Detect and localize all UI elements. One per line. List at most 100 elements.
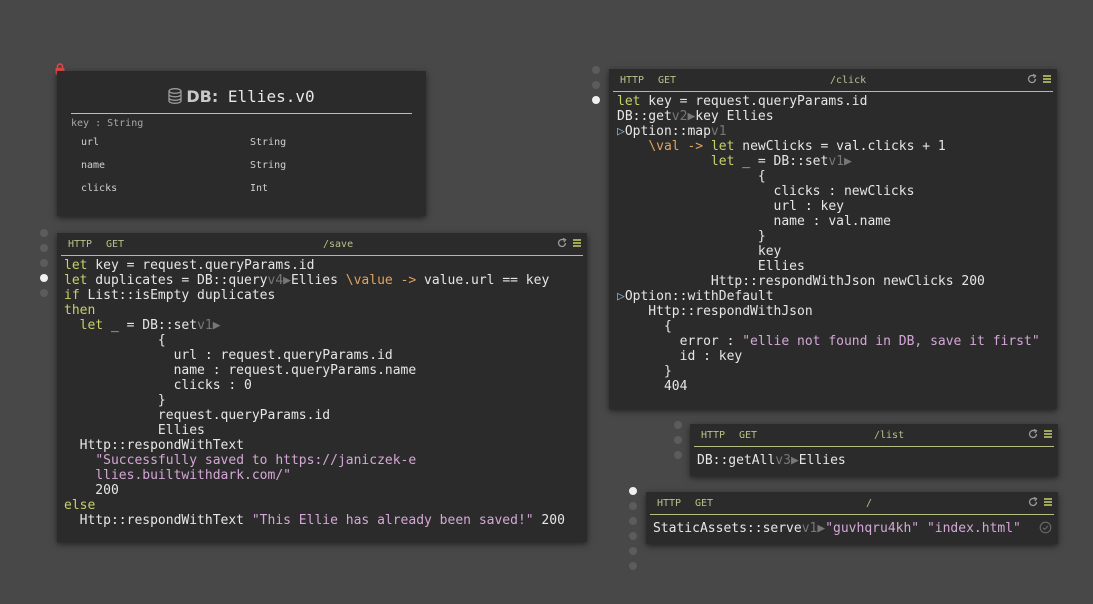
code-token[interactable]: Http::respondWithJson [617, 304, 812, 319]
version-token[interactable]: v1 [828, 154, 844, 169]
string-token[interactable]: "guvhqru4kh" [825, 521, 919, 536]
code-root[interactable]: StaticAssets::servev1▶"guvhqru4kh" "inde… [653, 521, 1021, 536]
handler-verb[interactable]: GET [106, 239, 124, 250]
trace-dot[interactable] [40, 289, 48, 297]
db-field-name[interactable]: name [81, 160, 105, 171]
code-line[interactable]: request.queryParams.id [64, 408, 565, 423]
code-token[interactable]: List::isEmpty duplicates [80, 288, 275, 303]
keyword-token[interactable]: let [617, 94, 640, 109]
keyword-token[interactable]: let [711, 139, 734, 154]
code-line[interactable]: ▷Option::mapv1 [617, 124, 1040, 139]
code-line[interactable]: error : "ellie not found in DB, save it … [617, 334, 1040, 349]
menu-icon[interactable] [1042, 496, 1054, 508]
handler-list[interactable]: HTTP GET /list DB::getAllv3▶Ellies [690, 424, 1058, 476]
code-token[interactable]: id : key [617, 349, 743, 364]
code-token[interactable]: Ellies [291, 273, 346, 288]
keyword-token[interactable]: let [64, 273, 87, 288]
code-line[interactable]: let key = request.queryParams.id [64, 258, 565, 273]
code-token[interactable]: { [617, 169, 766, 184]
code-token[interactable]: 200 [64, 483, 119, 498]
code-token[interactable]: Option::withDefault [625, 289, 774, 304]
version-token[interactable]: v1 [711, 124, 727, 139]
trace-dot-selected[interactable] [629, 487, 637, 495]
refresh-icon[interactable] [1026, 73, 1038, 85]
code-token[interactable]: Http::respondWithJson newClicks 200 [617, 274, 985, 289]
expand-arrow[interactable]: ▶ [791, 453, 799, 468]
code-line[interactable]: ▷Option::withDefault [617, 289, 1040, 304]
trace-dot[interactable] [629, 532, 637, 540]
handler-save[interactable]: HTTP GET /save let key = request.queryPa… [57, 233, 587, 542]
refresh-icon[interactable] [1027, 496, 1039, 508]
code-line[interactable]: url : key [617, 199, 1040, 214]
code-line[interactable]: let _ = DB::setv1▶ [617, 154, 1040, 169]
code-token[interactable] [64, 318, 80, 333]
code-line[interactable]: Http::respondWithText [64, 438, 565, 453]
code-line[interactable]: { [617, 169, 1040, 184]
code-line[interactable]: then [64, 303, 565, 318]
code-line[interactable]: clicks : newClicks [617, 184, 1040, 199]
trace-dot[interactable] [674, 451, 682, 459]
handler-verb[interactable]: GET [658, 75, 676, 86]
code-line[interactable]: clicks : 0 [64, 378, 565, 393]
handler-route[interactable]: /save [323, 239, 353, 250]
code-token[interactable]: Http::respondWithText [64, 438, 244, 453]
trace-dot[interactable] [40, 244, 48, 252]
db-field-type[interactable]: Int [250, 183, 268, 194]
code-token[interactable]: key = request.queryParams.id [87, 258, 314, 273]
menu-icon[interactable] [1041, 73, 1053, 85]
code-token[interactable]: Ellies [799, 453, 846, 468]
trace-dot[interactable] [674, 436, 682, 444]
code-token[interactable]: key = request.queryParams.id [640, 94, 867, 109]
code-line[interactable]: name : val.name [617, 214, 1040, 229]
trace-dot[interactable] [629, 517, 637, 525]
code-line[interactable]: StaticAssets::servev1▶"guvhqru4kh" "inde… [653, 521, 1021, 536]
keyword-token[interactable]: let [711, 154, 734, 169]
code-line[interactable]: llies.builtwithdark.com/" [64, 468, 565, 483]
db-field-row[interactable]: clicks Int [81, 183, 268, 194]
handler-click[interactable]: HTTP GET /click let key = request.queryP… [609, 69, 1057, 409]
keyword-token[interactable]: let [64, 258, 87, 273]
keyword-token[interactable]: else [64, 498, 95, 513]
code-token[interactable]: name : request.queryParams.name [64, 363, 417, 378]
refresh-icon[interactable] [1027, 428, 1039, 440]
code-token[interactable]: Option::map [625, 124, 711, 139]
code-token[interactable]: 200 [534, 513, 565, 528]
string-token[interactable]: llies.builtwithdark.com/" [95, 468, 291, 483]
trace-dot[interactable] [40, 259, 48, 267]
code-token[interactable] [703, 139, 711, 154]
code-token[interactable]: key Ellies [695, 109, 773, 124]
code-token[interactable] [919, 521, 927, 536]
db-name[interactable]: Ellies.v0 [228, 87, 315, 106]
code-token[interactable]: url : key [617, 199, 844, 214]
expand-arrow[interactable]: ▶ [283, 273, 291, 288]
code-line[interactable]: } [617, 229, 1040, 244]
string-token[interactable]: "ellie not found in DB, save it first" [742, 334, 1039, 349]
trace-dot[interactable] [592, 66, 600, 74]
code-token[interactable]: clicks : 0 [64, 378, 252, 393]
trace-dot[interactable] [592, 81, 600, 89]
code-line[interactable]: 404 [617, 379, 1040, 394]
string-token[interactable]: "Successfully saved to https://janiczek-… [95, 453, 416, 468]
trace-dot[interactable] [674, 421, 682, 429]
menu-icon[interactable] [571, 237, 583, 249]
code-token[interactable]: } [64, 393, 166, 408]
code-token[interactable]: request.queryParams.id [64, 408, 330, 423]
code-token[interactable]: } [617, 364, 672, 379]
keyword-token[interactable]: then [64, 303, 95, 318]
code-token[interactable] [64, 468, 95, 483]
code-token[interactable]: clicks : newClicks [617, 184, 915, 199]
code-token[interactable]: DB::get [617, 109, 672, 124]
handler-verb[interactable]: GET [695, 498, 713, 509]
code-token[interactable] [617, 139, 648, 154]
code-token[interactable]: duplicates = DB::query [87, 273, 267, 288]
pipe-marker[interactable]: ▷ [617, 289, 625, 304]
string-token[interactable]: "index.html" [927, 521, 1021, 536]
refresh-icon[interactable] [556, 237, 568, 249]
code-save[interactable]: let key = request.queryParams.id let dupl… [64, 258, 565, 528]
db-field-name[interactable]: clicks [81, 183, 117, 194]
code-token[interactable]: error : [617, 334, 742, 349]
code-token[interactable]: newClicks = val.clicks + 1 [734, 139, 946, 154]
code-token[interactable]: name : val.name [617, 214, 891, 229]
db-field-row[interactable]: url String [81, 137, 286, 148]
keyword-token[interactable]: let [80, 318, 103, 333]
